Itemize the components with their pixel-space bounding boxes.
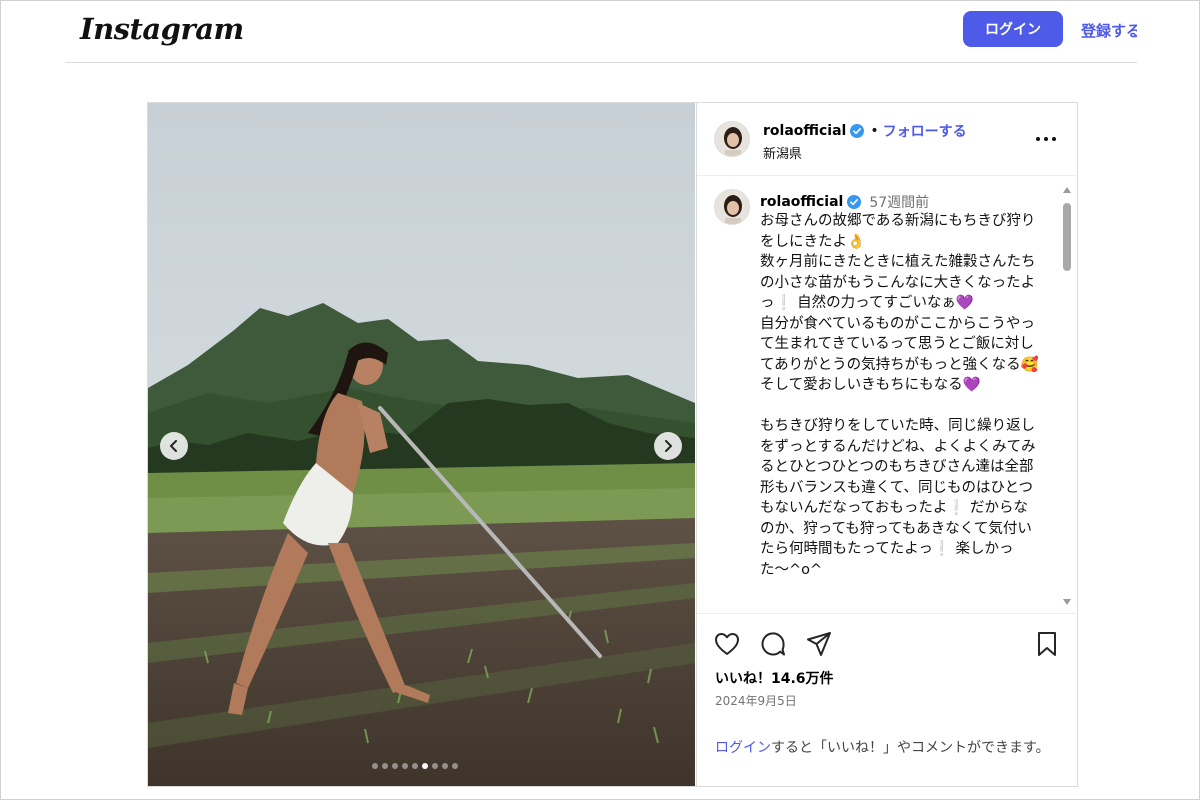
carousel-dot xyxy=(382,763,388,769)
carousel-dot xyxy=(432,763,438,769)
caption-text: お母さんの故郷である新潟にもちきび狩りをしにきたよ👌 数ヶ月前にきたときに植えた… xyxy=(760,213,1039,578)
post-photo[interactable] xyxy=(148,103,695,786)
scroll-down-arrow-icon[interactable] xyxy=(1063,599,1071,605)
carousel-dot xyxy=(392,763,398,769)
comments-section[interactable]: rolaofficial 57週間前 お母さんの故郷である新潟にもちきび狩りをし… xyxy=(697,177,1078,613)
more-options-button[interactable] xyxy=(1032,125,1060,153)
carousel-prev-button[interactable] xyxy=(160,432,188,460)
paper-plane-icon xyxy=(807,632,831,656)
separator-dot: • xyxy=(870,123,879,139)
carousel-dot xyxy=(372,763,378,769)
save-button[interactable] xyxy=(1033,630,1061,658)
post-header: rolaofficial • フォローする 新潟県 xyxy=(697,103,1078,176)
post-card: rolaofficial • フォローする 新潟県 rolaofficial 5… xyxy=(147,102,1078,787)
browser-viewport: Instagram ログイン 登録する rolaofficial • フォローす… xyxy=(0,0,1200,800)
comment-button[interactable] xyxy=(759,630,787,658)
scrollbar-thumb[interactable] xyxy=(1063,203,1071,271)
follow-button[interactable]: フォローする xyxy=(883,121,967,141)
caption-timestamp[interactable]: 57週間前 xyxy=(869,192,929,212)
carousel-dot xyxy=(422,763,428,769)
like-count[interactable]: いいね！14.6万件 xyxy=(715,668,834,688)
post-photo-image xyxy=(148,103,695,786)
carousel-next-button[interactable] xyxy=(654,432,682,460)
carousel-dot xyxy=(412,763,418,769)
post-side-panel: rolaofficial • フォローする 新潟県 rolaofficial 5… xyxy=(696,103,1078,786)
verified-badge-icon xyxy=(847,195,862,209)
carousel-dots xyxy=(372,763,458,769)
avatar[interactable] xyxy=(714,189,750,225)
login-button[interactable]: ログイン xyxy=(963,11,1063,47)
more-horizontal-icon xyxy=(1036,137,1040,141)
comments-scrollbar[interactable] xyxy=(1061,185,1073,607)
login-prompt: ログインすると「いいね！」やコメントができます。 xyxy=(715,738,1065,759)
carousel-dot xyxy=(402,763,408,769)
signup-link[interactable]: 登録する xyxy=(1081,20,1137,41)
caption-username-link[interactable]: rolaofficial xyxy=(760,194,843,210)
verified-badge-icon xyxy=(850,124,865,138)
carousel-dot xyxy=(452,763,458,769)
post-author: rolaofficial • フォローする xyxy=(763,121,967,141)
chevron-left-icon xyxy=(170,440,177,452)
bookmark-outline-icon xyxy=(1038,632,1056,656)
caption-author: rolaofficial 57週間前 xyxy=(760,192,929,212)
scroll-up-arrow-icon[interactable] xyxy=(1063,187,1071,193)
speech-bubble-icon xyxy=(761,632,785,656)
top-navigation-bar: Instagram ログイン 登録する xyxy=(65,1,1137,63)
post-location[interactable]: 新潟県 xyxy=(763,143,802,162)
login-prompt-link[interactable]: ログイン xyxy=(715,740,771,756)
avatar[interactable] xyxy=(714,121,750,157)
post-date[interactable]: 2024年9月5日 xyxy=(715,692,797,709)
username-link[interactable]: rolaofficial xyxy=(763,123,846,139)
carousel-dot xyxy=(442,763,448,769)
heart-outline-icon xyxy=(715,633,739,655)
like-button[interactable] xyxy=(713,630,741,658)
share-button[interactable] xyxy=(805,630,833,658)
login-prompt-text: すると「いいね！」やコメントができます。 xyxy=(771,740,1050,756)
post-actions: いいね！14.6万件 2024年9月5日 ログインすると「いいね！」やコメントが… xyxy=(697,613,1078,786)
chevron-right-icon xyxy=(665,440,672,452)
instagram-logo[interactable]: Instagram xyxy=(80,12,244,46)
